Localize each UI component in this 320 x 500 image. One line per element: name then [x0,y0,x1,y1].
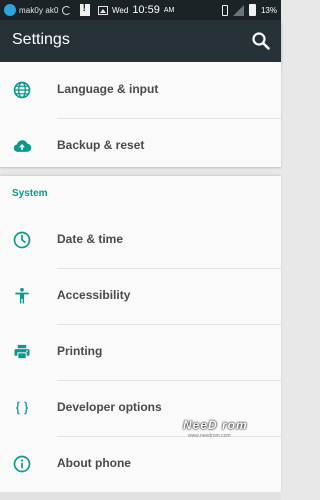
settings-item-label: Printing [57,344,103,358]
watermark-url: www.needrom.com [188,433,231,439]
app-notification-icon [4,4,16,16]
settings-card-personal: Language & input Backup & reset [0,62,281,167]
settings-item-language[interactable]: Language & input [0,62,281,118]
settings-item-about-phone[interactable]: About phone [0,436,281,492]
settings-item-label: Backup & reset [57,138,145,152]
printer-icon [14,344,30,360]
image-notification-icon [98,5,108,15]
search-icon[interactable] [249,29,273,53]
status-ampm: AM [163,6,175,14]
status-bar-clock: Wed 10:59 AM [98,2,174,18]
globe-icon [13,81,31,99]
page-title: Settings [12,31,70,48]
braces-icon [16,401,28,415]
vibrate-icon [221,4,228,16]
watermark-logo: NeeD rom [183,418,248,432]
settings-item-date-time[interactable]: Date & time [0,212,281,268]
alert-notification-icon [79,3,90,16]
status-time: 10:59 [132,4,160,16]
info-icon [13,455,31,473]
status-day: Wed [112,5,129,15]
status-bar-right: 13% [221,2,277,18]
accessibility-icon [15,287,29,304]
app-bar: Settings [0,20,281,62]
carrier-label: mak0y ak0 [19,5,59,15]
settings-item-label: Language & input [57,82,159,96]
settings-item-accessibility[interactable]: Accessibility [0,268,281,324]
battery-icon [248,4,256,16]
status-bar: mak0y ak0 Wed 10:59 AM 13% [0,0,281,20]
settings-item-label: Date & time [57,232,124,246]
watermark: NeeD rom www.needrom.com [183,418,253,444]
bottom-edge [0,492,281,500]
clock-icon [13,231,31,249]
settings-item-printing[interactable]: Printing [0,324,281,380]
settings-item-label: Accessibility [57,288,131,302]
settings-item-backup[interactable]: Backup & reset [0,118,281,174]
settings-item-label: Developer options [57,400,162,414]
cloud-upload-icon [13,140,32,152]
status-bar-left: mak0y ak0 [4,2,90,18]
sync-icon [61,5,71,15]
settings-item-label: About phone [57,456,131,470]
section-header-system: System [12,188,48,199]
settings-card-system: System Date & time Accessibility Printin… [0,176,281,492]
battery-percent: 13% [260,5,277,15]
signal-icon [232,4,244,16]
